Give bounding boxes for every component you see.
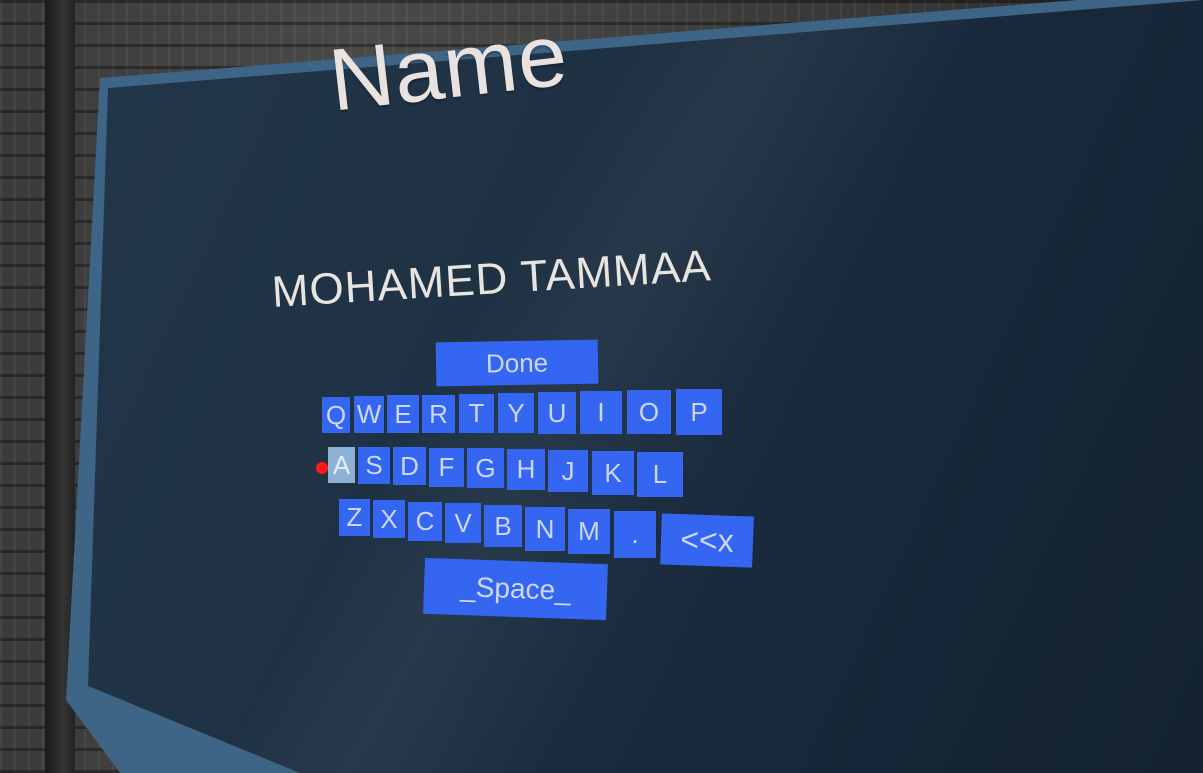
key-v[interactable]: V [445, 503, 481, 543]
key-p[interactable]: P [676, 389, 722, 435]
key-k[interactable]: K [592, 451, 634, 495]
backspace-button[interactable]: <<x [660, 513, 754, 568]
key-t[interactable]: T [459, 394, 494, 433]
key-q[interactable]: Q [322, 397, 350, 433]
key-l[interactable]: L [637, 452, 683, 497]
key-e[interactable]: E [387, 395, 419, 433]
key-m[interactable]: M [568, 509, 610, 554]
done-button[interactable]: Done [435, 339, 599, 387]
key-x[interactable]: X [373, 500, 405, 538]
key-f[interactable]: F [429, 448, 464, 487]
key-a[interactable]: A [328, 447, 355, 483]
key-u[interactable]: U [538, 392, 576, 434]
key-w[interactable]: W [354, 396, 384, 433]
board-reflection [88, 0, 1203, 773]
key-period[interactable]: . [614, 511, 656, 558]
key-j[interactable]: J [548, 450, 588, 492]
key-b[interactable]: B [484, 505, 522, 547]
key-r[interactable]: R [422, 395, 455, 433]
key-z[interactable]: Z [339, 499, 370, 536]
vr-pointer-dot [316, 462, 328, 474]
space-button[interactable]: _Space_ [423, 557, 608, 621]
key-g[interactable]: G [467, 448, 504, 488]
key-y[interactable]: Y [498, 393, 534, 433]
key-h[interactable]: H [507, 449, 545, 490]
key-s[interactable]: S [358, 447, 390, 484]
key-n[interactable]: N [525, 507, 565, 551]
key-d[interactable]: D [393, 447, 426, 485]
key-i[interactable]: I [580, 391, 622, 434]
key-o[interactable]: O [627, 390, 671, 434]
key-c[interactable]: C [408, 502, 442, 541]
